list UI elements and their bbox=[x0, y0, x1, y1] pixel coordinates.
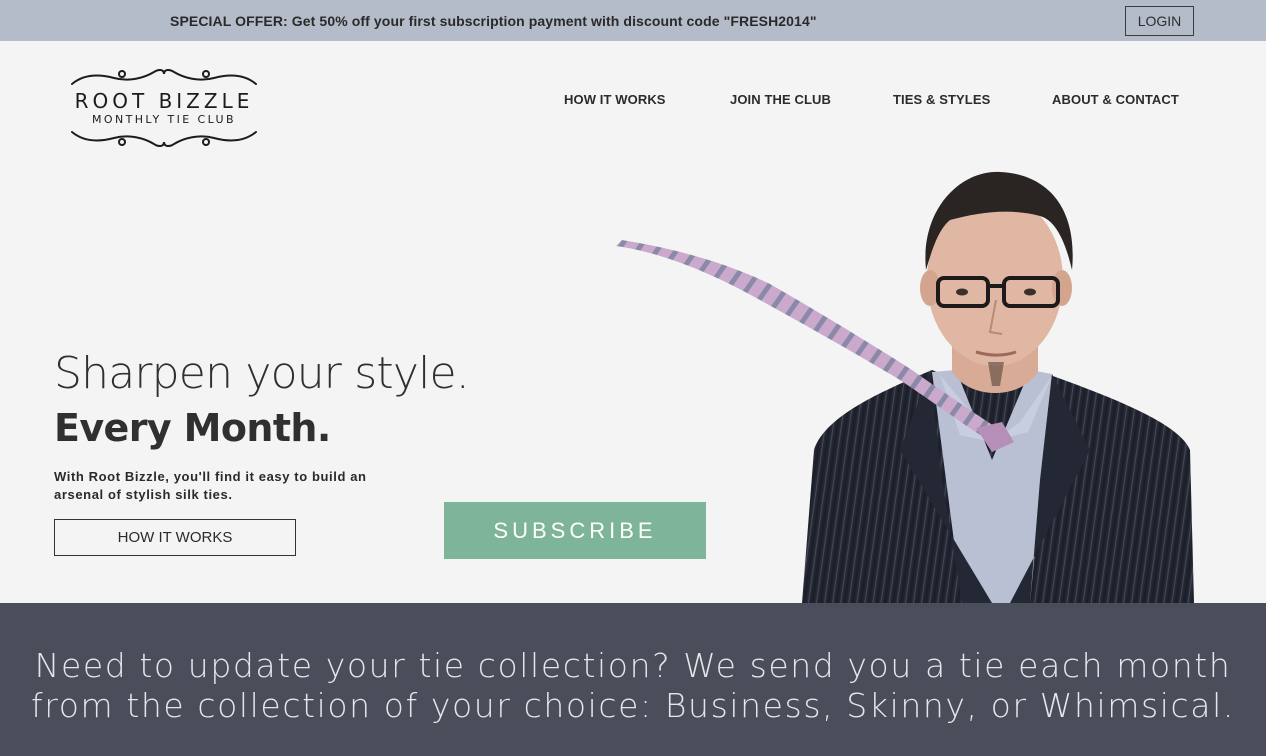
hero-subtitle: Every Month. bbox=[54, 406, 331, 450]
login-button[interactable]: LOGIN bbox=[1125, 6, 1194, 36]
hero-description: With Root Bizzle, you'll find it easy to… bbox=[54, 469, 367, 502]
banner-line-1: Need to update your tie collection? We s… bbox=[34, 646, 1232, 685]
info-banner: Need to update your tie collection? We s… bbox=[0, 603, 1266, 756]
how-it-works-button[interactable]: HOW IT WORKS bbox=[54, 519, 296, 556]
logo-name: ROOT BIZZLE bbox=[74, 89, 254, 113]
logo[interactable]: ROOT BIZZLE MONTHLY TIE CLUB bbox=[54, 66, 274, 154]
banner-text: Need to update your tie collection? We s… bbox=[0, 646, 1266, 726]
nav-ties-styles[interactable]: TIES & STYLES bbox=[893, 92, 990, 107]
nav-join-the-club[interactable]: JOIN THE CLUB bbox=[730, 92, 831, 107]
promo-bar: SPECIAL OFFER: Get 50% off your first su… bbox=[0, 0, 1266, 41]
hero-man-photo bbox=[616, 171, 1194, 603]
logo-tagline: MONTHLY TIE CLUB bbox=[92, 113, 236, 126]
nav-how-it-works[interactable]: HOW IT WORKS bbox=[564, 92, 666, 107]
promo-text: SPECIAL OFFER: Get 50% off your first su… bbox=[170, 13, 817, 29]
nav-about-contact[interactable]: ABOUT & CONTACT bbox=[1052, 92, 1179, 107]
hero-title: Sharpen your style. bbox=[54, 348, 470, 399]
banner-line-2: from the collection of your choice: Busi… bbox=[31, 686, 1235, 725]
